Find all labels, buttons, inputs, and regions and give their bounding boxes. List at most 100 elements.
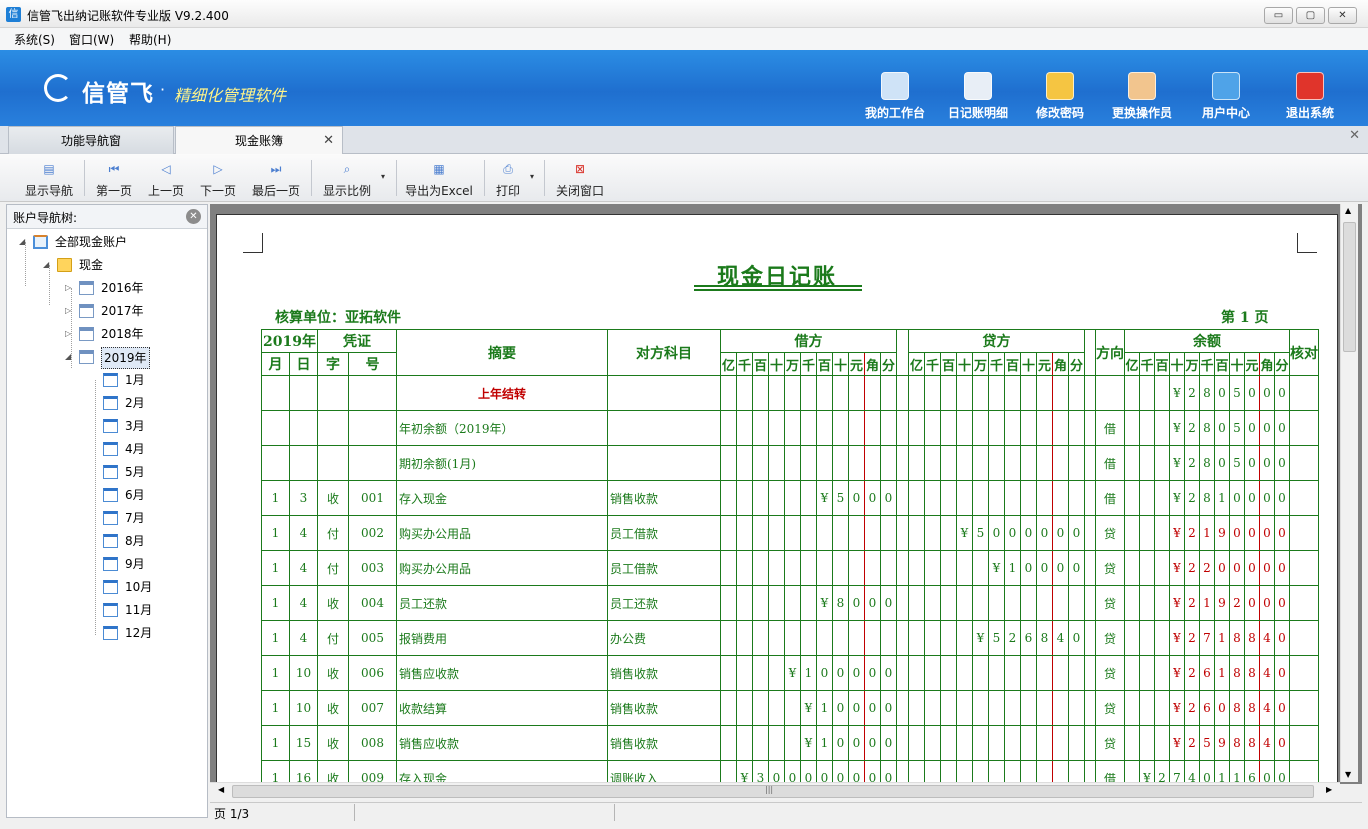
tree-node-month[interactable]: 5月 (7, 462, 205, 482)
prev-page-button[interactable]: ◁ 上一页 (146, 158, 186, 198)
tree-node-month[interactable]: 1月 (7, 370, 205, 390)
ledger-row[interactable]: 1 4 付 005 报销费用 办公费 ¥5 2 6 8 4 0 贷 ¥2 7 1 8 8 4 0 (261, 620, 1319, 656)
debit-digit (848, 410, 865, 446)
credit-digit (1068, 445, 1085, 481)
last-page-button[interactable]: ⏭ 最后一页 (250, 158, 302, 198)
ledger-row[interactable]: 年初余额（2019年）借 ¥2 8 0 5 0 0 0 (261, 410, 1319, 446)
tree-node-month[interactable]: 7月 (7, 508, 205, 528)
balance-digit: 9 (1214, 585, 1230, 621)
collapse-icon[interactable]: ◢ (65, 347, 75, 367)
tree-node-month[interactable]: 12月 (7, 623, 205, 643)
print-button[interactable]: ⎙ 打印 (494, 158, 522, 198)
tree-node-label: 1月 (125, 373, 145, 387)
tree-node-year[interactable]: ◢ 2019年 (7, 347, 205, 369)
tree-node-month[interactable]: 4月 (7, 439, 205, 459)
balance-digit: 1 (1199, 585, 1215, 621)
ledger-row[interactable]: 1 4 付 002 购买办公用品 员工借款 ¥5 0 0 0 0 0 0 贷 ¥2 1 9 0 0 0 0 (261, 515, 1319, 551)
show-nav-button[interactable]: ▤ 显示导航 (22, 158, 76, 198)
top-button-5[interactable]: 用户中心 (1186, 72, 1266, 124)
debit-digit (832, 620, 849, 656)
header-debit: 借方 (720, 329, 897, 353)
vertical-scroll-thumb[interactable] (1343, 222, 1356, 352)
ledger-row[interactable]: 上年结转 ¥2 8 0 5 0 0 0 (261, 375, 1319, 411)
next-page-button[interactable]: ▷ 下一页 (198, 158, 238, 198)
tree-node-all-cash[interactable]: ◢ 全部现金账户 (7, 232, 205, 252)
balance-digit: 2 (1184, 725, 1200, 761)
ledger-row[interactable]: 1 15 收 008 销售应收款 销售收款 ¥1 0 0 0 0 贷 ¥2 5 9 8 8 4 0 (261, 725, 1319, 761)
balance-digit (1154, 655, 1170, 691)
collapse-icon[interactable]: ◢ (19, 232, 29, 252)
scroll-right-icon[interactable]: ▶ (1326, 785, 1332, 794)
scroll-down-icon[interactable]: ▼ (1345, 770, 1351, 779)
expand-icon[interactable]: ▷ (65, 278, 75, 298)
ledger-row[interactable]: 1 4 收 004 员工还款 员工还款 ¥8 0 0 0 贷 ¥2 1 9 2 0 0 0 (261, 585, 1319, 621)
ledger-row[interactable]: 1 10 收 007 收款结算 销售收款 ¥1 0 0 0 0 贷 ¥2 6 0 8 8 4 0 (261, 690, 1319, 726)
title-bar[interactable]: 信 信管飞出纳记账软件专业版 V9.2.400 ▭ ▢ ✕ (0, 0, 1368, 28)
close-window-tool-button[interactable]: ⊠ 关闭窗口 (554, 158, 606, 198)
close-panel-icon[interactable]: ✕ (186, 209, 201, 224)
debit-digit (816, 620, 833, 656)
menu-window[interactable]: 窗口(W) (69, 31, 114, 48)
vertical-scrollbar[interactable]: ▲ ▼ (1340, 204, 1358, 782)
ledger-row[interactable]: 1 3 收 001 存入现金 销售收款 ¥5 0 0 0 借 ¥2 8 1 0 0 0 0 (261, 480, 1319, 516)
top-button-4[interactable]: 更换操作员 (1102, 72, 1182, 124)
credit-digit: 5 (988, 620, 1005, 656)
tree-node-month[interactable]: 6月 (7, 485, 205, 505)
tab-cash-ledger[interactable]: 现金账簿 ✕ (175, 126, 343, 155)
debit-digit: 0 (880, 655, 897, 691)
top-button-3[interactable]: 修改密码 (1020, 72, 1100, 124)
debit-digit (720, 690, 737, 726)
credit-digit (908, 620, 925, 656)
tree-node-year[interactable]: ▷ 2018年 (7, 324, 205, 344)
horizontal-scroll-thumb[interactable]: ||| (232, 785, 1314, 798)
tree-node-month[interactable]: 8月 (7, 531, 205, 551)
menu-help[interactable]: 帮助(H) (129, 31, 171, 48)
window-title: 信管飞出纳记账软件专业版 V9.2.400 (27, 9, 229, 23)
tree-node-month[interactable]: 10月 (7, 577, 205, 597)
top-button-2[interactable]: 日记账明细 (938, 72, 1018, 124)
ledger-row[interactable]: 1 10 收 006 销售应收款 销售收款 ¥1 0 0 0 0 0 贷 ¥2 6 1 8 8 4 0 (261, 655, 1319, 691)
scroll-left-icon[interactable]: ◀ (218, 785, 224, 794)
ledger-row[interactable]: 期初余额(1月) 借 ¥2 8 0 5 0 0 0 (261, 445, 1319, 481)
tab-function-nav[interactable]: 功能导航窗 (8, 126, 174, 154)
top-button-6[interactable]: 退出系统 (1270, 72, 1350, 124)
menu-system[interactable]: 系统(S) (14, 31, 55, 48)
credit-digit (908, 550, 925, 586)
balance-digit (1124, 620, 1140, 656)
maximize-button[interactable]: ▢ (1296, 7, 1325, 24)
close-all-icon[interactable]: ✕ (1349, 128, 1360, 143)
header-credit: 贷方 (908, 329, 1085, 353)
print-dropdown-icon[interactable]: ▾ (530, 172, 534, 181)
export-excel-button[interactable]: ▦ 导出为Excel (405, 158, 473, 198)
tab-label: 功能导航窗 (60, 134, 121, 148)
credit-digit (1036, 655, 1053, 691)
credit-digit (1052, 655, 1069, 691)
close-tab-icon[interactable]: ✕ (323, 127, 334, 155)
top-button-1[interactable]: 我的工作台 (855, 72, 935, 124)
expand-icon[interactable]: ▷ (65, 324, 75, 344)
tree-node-year[interactable]: ▷ 2016年 (7, 278, 205, 298)
minimize-button[interactable]: ▭ (1264, 7, 1293, 24)
credit-digit (988, 725, 1005, 761)
scroll-up-icon[interactable]: ▲ (1345, 206, 1351, 215)
expand-icon[interactable]: ▷ (65, 301, 75, 321)
tree-node-year[interactable]: ▷ 2017年 (7, 301, 205, 321)
collapse-icon[interactable]: ◢ (43, 255, 53, 275)
first-page-button[interactable]: ⏮ 第一页 (94, 158, 134, 198)
debit-digit (880, 550, 897, 586)
zoom-button[interactable]: ⌕ 显示比例 (320, 158, 374, 198)
debit-digit (768, 375, 785, 411)
tree-node-month[interactable]: 3月 (7, 416, 205, 436)
close-window-button[interactable]: ✕ (1328, 7, 1357, 24)
status-bar: 页 1/3 (210, 802, 1362, 822)
tree-node-month[interactable]: 9月 (7, 554, 205, 574)
ledger-row[interactable]: 1 4 付 003 购买办公用品 员工借款 ¥1 0 0 0 0 贷 ¥2 2 0 0 0 0 0 (261, 550, 1319, 586)
cell-account: 销售收款 (607, 690, 721, 726)
tree-node-month[interactable]: 2月 (7, 393, 205, 413)
zoom-dropdown-icon[interactable]: ▾ (381, 172, 385, 181)
tree-node-month[interactable]: 11月 (7, 600, 205, 620)
tree-node-cash[interactable]: ◢ 现金 (7, 255, 205, 275)
credit-digit (1068, 690, 1085, 726)
horizontal-scrollbar[interactable]: ◀ ||| ▶ (210, 782, 1340, 800)
header-digit: 角 (1052, 352, 1069, 376)
